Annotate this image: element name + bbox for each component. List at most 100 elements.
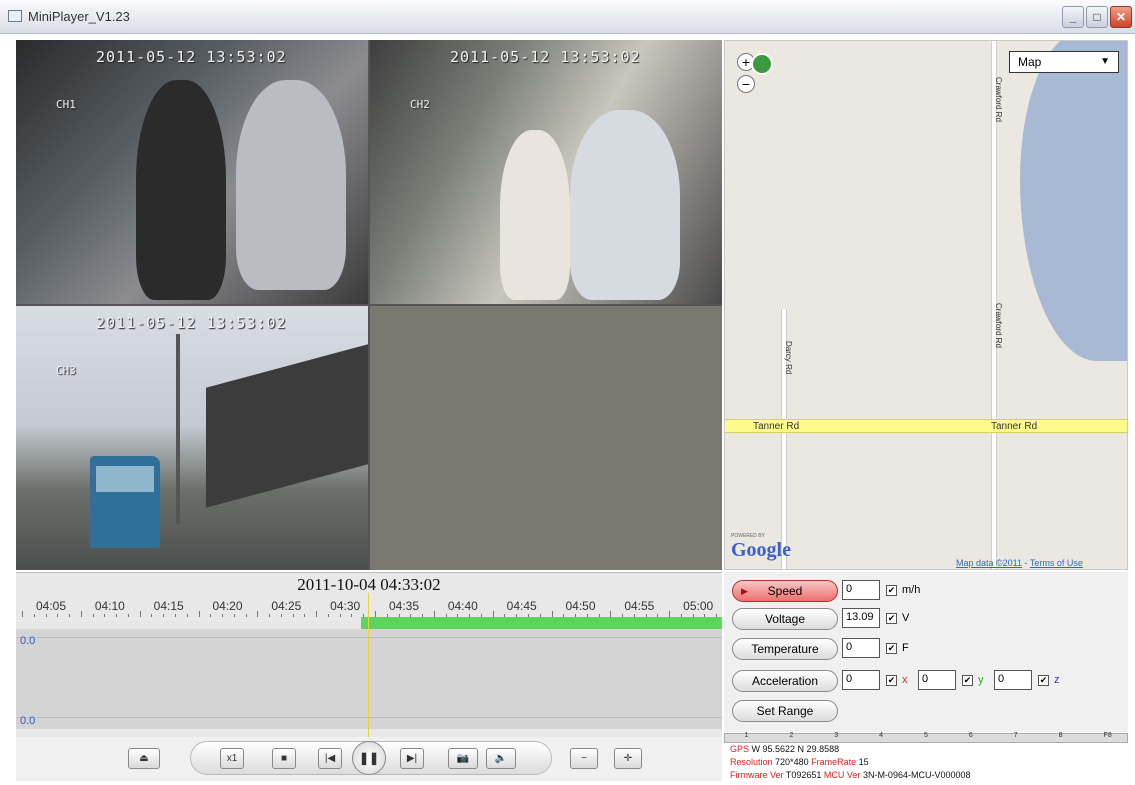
speed-value: 0 [842, 580, 880, 600]
acceleration-x-label: x [902, 674, 908, 686]
maximize-button[interactable]: □ [1086, 6, 1108, 28]
timeline-tick-label: 04:45 [506, 599, 537, 613]
graph-min-label: 0.0 [20, 715, 36, 727]
close-button[interactable]: ✕ [1110, 6, 1132, 28]
temperature-checkbox[interactable]: ✔ [886, 643, 897, 654]
timeline-tick-mark [57, 614, 59, 617]
video-channel-3[interactable]: 2011-05-12 13:53:02 CH3 [16, 306, 368, 570]
next-button[interactable]: ▶| [400, 748, 424, 769]
minimize-button[interactable]: _ [1062, 6, 1084, 28]
version-info: Firmware Ver T092651 MCU Ver 3N-M-0964-M… [730, 770, 970, 780]
video-scene [176, 334, 180, 524]
timeline-tick-label: 05:00 [683, 599, 714, 613]
stop-button[interactable]: ■ [272, 748, 296, 769]
speed-button[interactable]: ▶ Speed [732, 580, 838, 602]
timeline-tick-mark [33, 614, 35, 617]
speed-unit: m/h [902, 584, 921, 596]
resolution-label: Resolution [730, 757, 773, 767]
street-view-icon[interactable] [751, 53, 773, 75]
channel-header: 1 2 3 4 5 6 7 8 F8 [724, 732, 1128, 743]
google-wordmark: Google [731, 539, 791, 561]
timeline-tick-label: 04:05 [36, 599, 67, 613]
timeline-tick-mark [116, 614, 118, 617]
video-timestamp: 2011-05-12 13:53:02 [96, 314, 287, 332]
video-scene [136, 80, 226, 300]
timeline-tick-mark [45, 614, 47, 617]
chevron-down-icon: ▼ [1100, 56, 1110, 67]
timeline-panel[interactable]: 2011-10-04 04:33:02 04:05 04:10 04:15 04:20… [16, 572, 722, 737]
timeline-tick-mark [257, 611, 259, 617]
timeline-tick-mark [269, 614, 271, 617]
road-label: Crawford Rd [994, 77, 1003, 122]
volume-button[interactable]: 🔈 [486, 748, 516, 769]
voltage-checkbox[interactable]: ✔ [886, 613, 897, 624]
mcu-label: MCU Ver [823, 770, 861, 780]
google-logo: POWERED BY Google [731, 533, 791, 562]
road-label: Tanner Rd [991, 421, 1038, 432]
temperature-button[interactable]: Temperature [732, 638, 838, 660]
timeline-tick-mark [292, 614, 294, 617]
video-channel-1[interactable]: 2011-05-12 13:53:02 CH1 [16, 40, 368, 304]
set-range-button[interactable]: Set Range [732, 700, 838, 722]
graph-gridline [16, 637, 722, 638]
timeline-tick-mark [80, 611, 82, 617]
sensor-panel: ▶ Speed 0 ✔ m/h Voltage 13.09 ✔ V Temper… [724, 572, 1128, 732]
timeline-playhead[interactable] [368, 593, 369, 737]
gps-value: W 95.5622 N 29.8588 [751, 744, 840, 754]
map-panel[interactable]: Tanner Rd Tanner Rd Crawford Rd Crawford… [724, 40, 1128, 570]
channel-header-number: 4 [879, 732, 884, 739]
acceleration-x-checkbox[interactable]: ✔ [886, 675, 897, 686]
acceleration-z-label: z [1054, 674, 1060, 686]
video-channel-4[interactable] [370, 306, 722, 570]
speed-button[interactable]: x1 [220, 748, 244, 769]
channel-header-number: 6 [968, 732, 973, 739]
firmware-label: Firmware Ver [730, 770, 784, 780]
map-type-select[interactable]: Map ▼ [1009, 51, 1119, 73]
timeline-tick-mark [280, 614, 282, 617]
playback-controls: ⏏ x1 ■ |◀ ❚❚ ▶| 📷 🔈 − ✛ [16, 737, 722, 781]
video-timestamp: 2011-05-12 13:53:02 [450, 48, 641, 66]
acceleration-button[interactable]: Acceleration [732, 670, 838, 692]
timeline-ruler[interactable]: 04:05 04:10 04:15 04:20 04:25 04:30 04:35 04:40… [16, 597, 722, 617]
framerate-label: FrameRate [811, 757, 857, 767]
eject-button[interactable]: ⏏ [128, 748, 160, 769]
road-label: Tanner Rd [753, 421, 800, 432]
graph-max-label: 0.0 [20, 635, 36, 647]
speed-button-label: Speed [767, 584, 803, 598]
video-channel-2[interactable]: 2011-05-12 13:53:02 CH2 [370, 40, 722, 304]
voltage-button[interactable]: Voltage [732, 608, 838, 630]
acceleration-y-checkbox[interactable]: ✔ [962, 675, 973, 686]
timeline-tick-mark [351, 614, 353, 617]
window-title: MiniPlayer_V1.23 [28, 9, 130, 24]
zoom-out-button[interactable]: − [570, 748, 598, 769]
channel-header-number: 7 [1013, 732, 1018, 739]
channel-header-number: 2 [789, 732, 794, 739]
mcu-value: 3N-M-0964-MCU-V000008 [862, 770, 971, 780]
speed-checkbox[interactable]: ✔ [886, 585, 897, 596]
map-credit: Map data ©2011 - Terms of Use [956, 558, 1083, 568]
previous-button[interactable]: |◀ [318, 748, 342, 769]
timeline-tick-label: 04:50 [565, 599, 596, 613]
timeline-tick-mark [233, 614, 235, 617]
acceleration-z-checkbox[interactable]: ✔ [1038, 675, 1049, 686]
timeline-tick-mark [210, 614, 212, 617]
channel-header-number: 1 [744, 732, 749, 739]
snapshot-button[interactable]: 📷 [448, 748, 478, 769]
play-pause-button[interactable]: ❚❚ [352, 741, 386, 775]
timeline-tick-mark [327, 614, 329, 617]
timeline-tick-mark [222, 614, 224, 617]
video-scene [236, 80, 346, 290]
map-zoom-out-button[interactable]: − [737, 75, 755, 93]
channel-header-number: 5 [924, 732, 928, 739]
zoom-in-button[interactable]: ✛ [614, 748, 642, 769]
timeline-tick-mark [92, 614, 94, 617]
video-scene [500, 130, 570, 300]
timeline-tick-label: 04:10 [94, 599, 125, 613]
map-data-link[interactable]: Map data ©2011 [956, 558, 1022, 568]
timeline-tick-label: 04:35 [389, 599, 420, 613]
timeline-recorded-segment[interactable] [361, 617, 722, 629]
channel-header-number: 3 [834, 732, 839, 739]
terms-of-use-link[interactable]: Terms of Use [1030, 558, 1083, 568]
acceleration-x-value: 0 [842, 670, 880, 690]
video-grid: 2011-05-12 13:53:02 CH1 2011-05-12 13:53… [16, 40, 722, 570]
